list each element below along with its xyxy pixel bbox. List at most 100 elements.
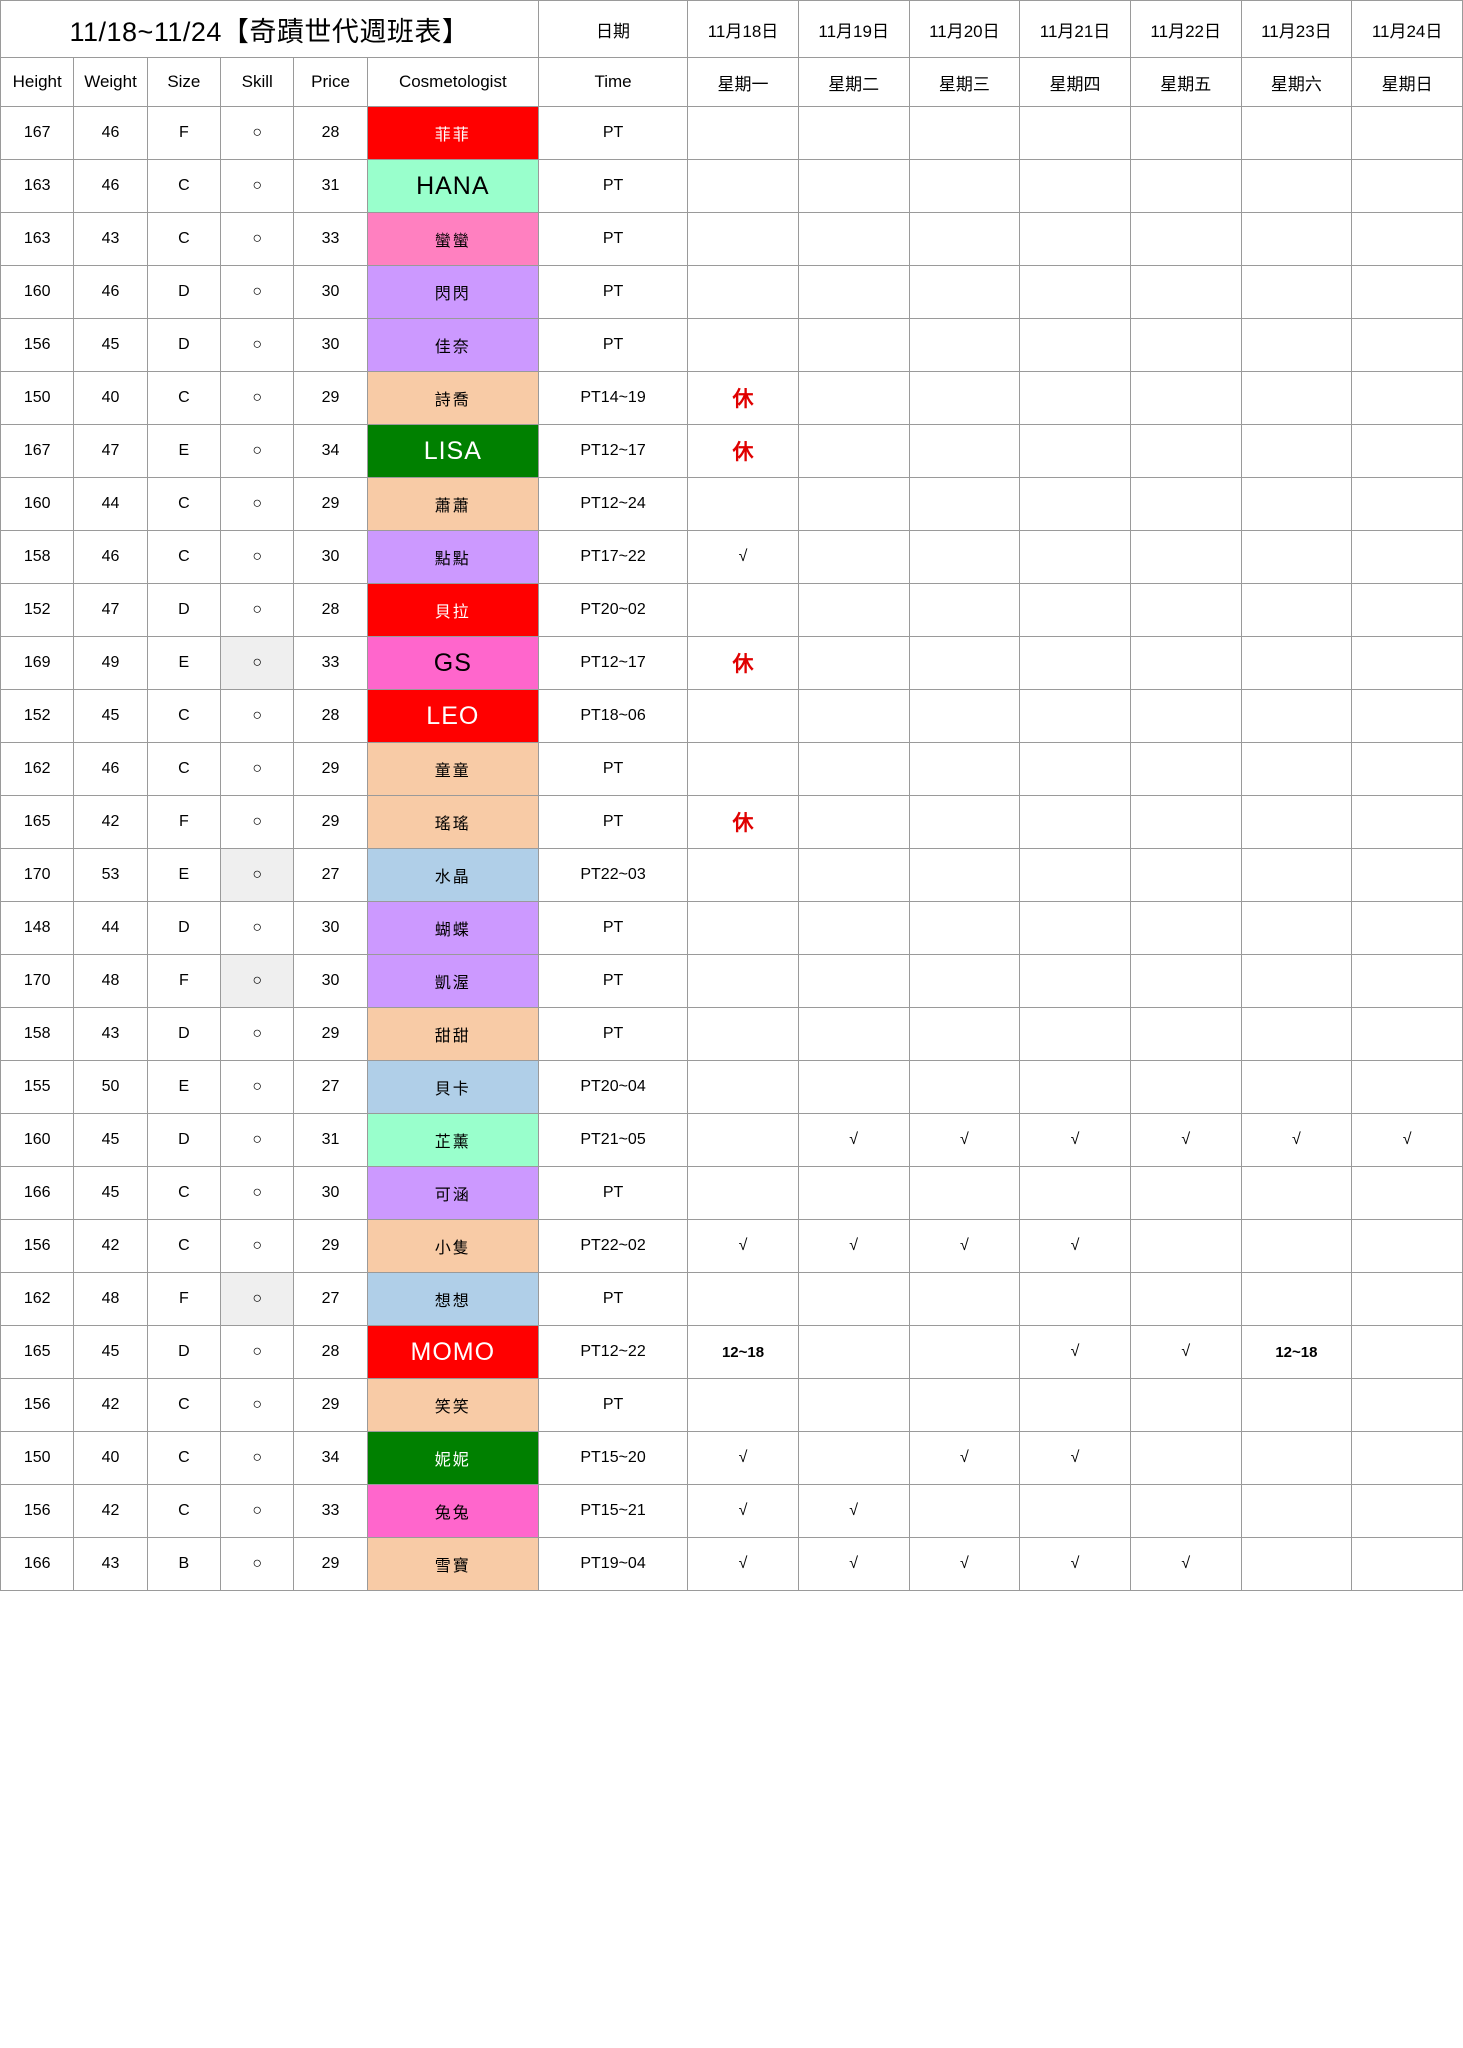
cell-day-5[interactable] (1129, 530, 1242, 584)
cell-day-6[interactable] (1240, 1537, 1353, 1591)
cell-day-6[interactable] (1240, 318, 1353, 372)
cell-day-1[interactable]: √ (687, 1484, 799, 1538)
cell-day-6[interactable] (1240, 583, 1353, 637)
table-row[interactable]: 169 49 E ○ 33 GS PT12~17 休 (0, 636, 1463, 690)
cell-day-4[interactable] (1019, 1272, 1131, 1326)
cell-day-2[interactable] (797, 477, 910, 531)
cell-day-6[interactable] (1240, 371, 1353, 425)
table-row[interactable]: 150 40 C ○ 29 詩喬 PT14~19 休 (0, 371, 1463, 425)
cell-day-5[interactable] (1129, 954, 1242, 1008)
cell-day-5[interactable] (1129, 1007, 1242, 1061)
cell-day-2[interactable] (797, 1378, 910, 1432)
table-row[interactable]: 167 47 E ○ 34 LISA PT12~17 休 (0, 424, 1463, 478)
cell-day-7[interactable] (1351, 742, 1463, 796)
cell-day-5[interactable] (1129, 848, 1242, 902)
cell-day-7[interactable] (1351, 689, 1463, 743)
cell-day-2[interactable] (797, 954, 910, 1008)
table-row[interactable]: 155 50 E ○ 27 貝卡 PT20~04 (0, 1060, 1463, 1114)
cell-day-1[interactable] (687, 901, 799, 955)
table-row[interactable]: 162 46 C ○ 29 童童 PT (0, 742, 1463, 796)
cell-day-2[interactable] (797, 159, 910, 213)
table-row[interactable]: 152 47 D ○ 28 貝拉 PT20~02 (0, 583, 1463, 637)
cell-day-4[interactable] (1019, 477, 1131, 531)
cell-day-2[interactable]: √ (797, 1219, 910, 1273)
table-row[interactable]: 167 46 F ○ 28 菲菲 PT (0, 106, 1463, 160)
cell-day-6[interactable] (1240, 106, 1353, 160)
cell-day-1[interactable] (687, 318, 799, 372)
cell-day-5[interactable] (1129, 1060, 1242, 1114)
cell-day-3[interactable] (908, 477, 1021, 531)
cell-day-4[interactable] (1019, 636, 1131, 690)
cell-day-7[interactable] (1351, 1325, 1463, 1379)
cell-day-5[interactable] (1129, 477, 1242, 531)
cell-day-4[interactable] (1019, 1484, 1131, 1538)
cell-day-2[interactable]: √ (797, 1113, 910, 1167)
cell-day-3[interactable] (908, 1325, 1021, 1379)
cell-day-3[interactable] (908, 795, 1021, 849)
cell-day-7[interactable] (1351, 1166, 1463, 1220)
cell-day-7[interactable] (1351, 583, 1463, 637)
cell-day-6[interactable] (1240, 1378, 1353, 1432)
cell-day-5[interactable] (1129, 106, 1242, 160)
table-row[interactable]: 160 44 C ○ 29 蕭蕭 PT12~24 (0, 477, 1463, 531)
cell-day-4[interactable] (1019, 318, 1131, 372)
cell-day-7[interactable] (1351, 159, 1463, 213)
cell-day-7[interactable] (1351, 954, 1463, 1008)
cell-day-3[interactable] (908, 1007, 1021, 1061)
cell-day-4[interactable] (1019, 159, 1131, 213)
cell-day-7[interactable] (1351, 1219, 1463, 1273)
cell-day-2[interactable] (797, 1060, 910, 1114)
cell-day-5[interactable] (1129, 424, 1242, 478)
cell-day-1[interactable] (687, 1166, 799, 1220)
cell-day-3[interactable] (908, 583, 1021, 637)
table-row[interactable]: 160 45 D ○ 31 芷薰 PT21~05 √ √ √ √ √ √ (0, 1113, 1463, 1167)
cell-day-2[interactable] (797, 583, 910, 637)
cell-day-6[interactable] (1240, 1166, 1353, 1220)
cell-day-6[interactable] (1240, 1060, 1353, 1114)
table-row[interactable]: 165 42 F ○ 29 瑤瑤 PT 休 (0, 795, 1463, 849)
cell-day-6[interactable]: √ (1240, 1113, 1353, 1167)
cell-day-1[interactable] (687, 583, 799, 637)
cell-day-4[interactable] (1019, 1007, 1131, 1061)
cell-day-5[interactable] (1129, 1166, 1242, 1220)
cell-day-5[interactable] (1129, 371, 1242, 425)
cell-day-7[interactable] (1351, 1537, 1463, 1591)
cell-day-2[interactable] (797, 371, 910, 425)
cell-day-3[interactable]: √ (908, 1219, 1021, 1273)
cell-day-2[interactable]: √ (797, 1484, 910, 1538)
cell-day-5[interactable]: √ (1129, 1113, 1242, 1167)
cell-day-4[interactable] (1019, 424, 1131, 478)
cell-day-3[interactable] (908, 901, 1021, 955)
table-row[interactable]: 152 45 C ○ 28 LEO PT18~06 (0, 689, 1463, 743)
cell-day-4[interactable] (1019, 583, 1131, 637)
table-row[interactable]: 163 46 C ○ 31 HANA PT (0, 159, 1463, 213)
cell-day-4[interactable]: √ (1019, 1537, 1131, 1591)
cell-day-1[interactable] (687, 106, 799, 160)
table-row[interactable]: 170 48 F ○ 30 凱渥 PT (0, 954, 1463, 1008)
cell-day-6[interactable] (1240, 1272, 1353, 1326)
table-row[interactable]: 170 53 E ○ 27 水晶 PT22~03 (0, 848, 1463, 902)
cell-day-2[interactable] (797, 530, 910, 584)
table-row[interactable]: 156 42 C ○ 29 笑笑 PT (0, 1378, 1463, 1432)
cell-day-2[interactable] (797, 636, 910, 690)
cell-day-2[interactable] (797, 106, 910, 160)
cell-day-5[interactable] (1129, 1378, 1242, 1432)
cell-day-2[interactable] (797, 901, 910, 955)
cell-day-3[interactable] (908, 1166, 1021, 1220)
cell-day-1[interactable]: 休 (687, 371, 799, 425)
cell-day-5[interactable] (1129, 583, 1242, 637)
cell-day-7[interactable] (1351, 424, 1463, 478)
cell-day-2[interactable] (797, 1272, 910, 1326)
cell-day-1[interactable] (687, 689, 799, 743)
cell-day-7[interactable] (1351, 636, 1463, 690)
table-row[interactable]: 163 43 C ○ 33 蠻蠻 PT (0, 212, 1463, 266)
cell-day-7[interactable] (1351, 901, 1463, 955)
cell-day-1[interactable] (687, 159, 799, 213)
cell-day-4[interactable] (1019, 954, 1131, 1008)
cell-day-3[interactable] (908, 265, 1021, 319)
cell-day-5[interactable] (1129, 318, 1242, 372)
cell-day-7[interactable] (1351, 848, 1463, 902)
cell-day-6[interactable] (1240, 424, 1353, 478)
table-row[interactable]: 156 42 C ○ 33 兔兔 PT15~21 √ √ (0, 1484, 1463, 1538)
cell-day-2[interactable] (797, 1007, 910, 1061)
